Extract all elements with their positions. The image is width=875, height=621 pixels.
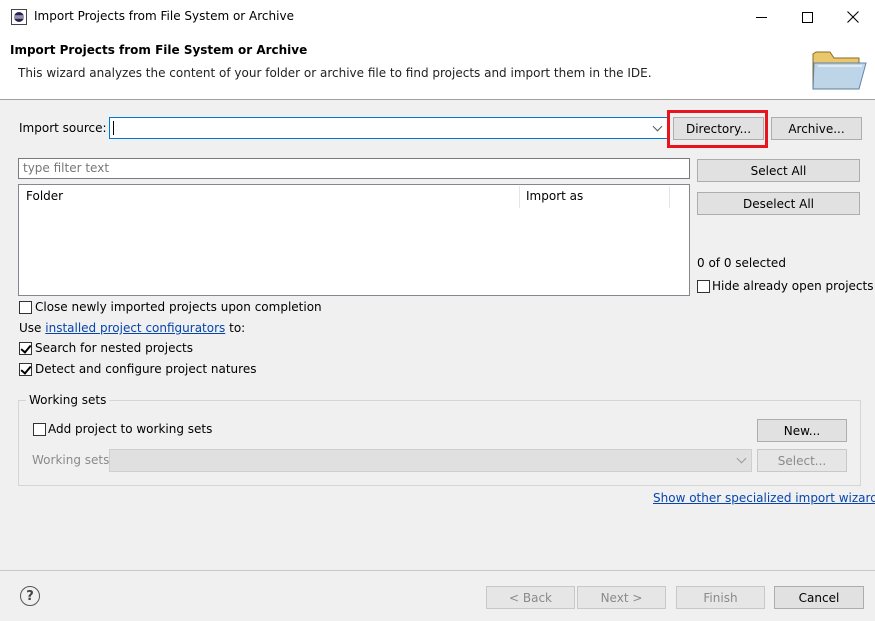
close-window-button[interactable] [830, 0, 875, 34]
working-sets-group [18, 400, 861, 486]
installed-configurators-link[interactable]: installed project configurators [45, 321, 225, 335]
configurators-line: Use installed project configurators to: [19, 321, 245, 335]
working-sets-combo[interactable] [109, 449, 752, 472]
new-working-set-button[interactable]: New... [757, 419, 847, 442]
column-header-import-as[interactable]: Import as [526, 189, 583, 203]
folder-icon [812, 51, 867, 90]
eclipse-app-icon [11, 9, 27, 25]
filter-placeholder: type filter text [23, 161, 110, 175]
cancel-button[interactable]: Cancel [774, 586, 864, 609]
column-header-folder[interactable]: Folder [26, 189, 63, 203]
import-source-combo[interactable] [109, 117, 668, 139]
finish-button[interactable]: Finish [676, 586, 765, 609]
working-sets-group-label: Working sets [26, 393, 110, 407]
column-separator[interactable] [519, 186, 520, 208]
filter-input[interactable] [18, 158, 690, 179]
select-working-sets-button[interactable]: Select... [757, 449, 847, 472]
archive-button[interactable]: Archive... [771, 117, 862, 140]
selection-status: 0 of 0 selected [697, 256, 786, 270]
text-cursor [113, 121, 114, 135]
search-nested-label[interactable]: Search for nested projects [35, 341, 193, 355]
column-separator[interactable] [669, 186, 670, 208]
search-nested-checkbox[interactable] [19, 342, 32, 355]
add-to-working-sets-checkbox[interactable] [33, 423, 46, 436]
footer-divider [0, 570, 875, 571]
use-suffix: to: [229, 321, 246, 335]
next-button[interactable]: Next > [577, 586, 666, 609]
back-button[interactable]: < Back [486, 586, 575, 609]
hide-open-projects-label[interactable]: Hide already open projects [712, 279, 873, 293]
maximize-icon [801, 11, 813, 23]
detect-natures-label[interactable]: Detect and configure project natures [35, 362, 256, 376]
import-source-label: Import source: [19, 121, 107, 135]
minimize-icon [755, 16, 767, 18]
add-to-working-sets-label[interactable]: Add project to working sets [48, 422, 212, 436]
minimize-button[interactable] [738, 0, 784, 34]
close-icon [847, 11, 859, 23]
detect-natures-checkbox[interactable] [19, 363, 32, 376]
working-sets-label: Working sets: [32, 453, 114, 467]
close-projects-checkbox[interactable] [19, 301, 32, 314]
help-icon[interactable]: ? [20, 586, 40, 606]
select-all-button[interactable]: Select All [697, 159, 860, 182]
projects-table[interactable] [18, 184, 690, 296]
deselect-all-button[interactable]: Deselect All [697, 192, 860, 215]
specialized-wizards-link[interactable]: Show other specialized import wizards [653, 491, 875, 505]
maximize-button[interactable] [784, 0, 830, 34]
close-projects-label[interactable]: Close newly imported projects upon compl… [35, 300, 322, 314]
hide-open-projects-checkbox[interactable] [697, 280, 710, 293]
use-prefix: Use [19, 321, 42, 335]
highlight-box [667, 110, 768, 148]
wizard-title: Import Projects from File System or Arch… [10, 43, 308, 57]
wizard-description: This wizard analyzes the content of your… [18, 66, 652, 80]
window-title: Import Projects from File System or Arch… [34, 9, 294, 23]
